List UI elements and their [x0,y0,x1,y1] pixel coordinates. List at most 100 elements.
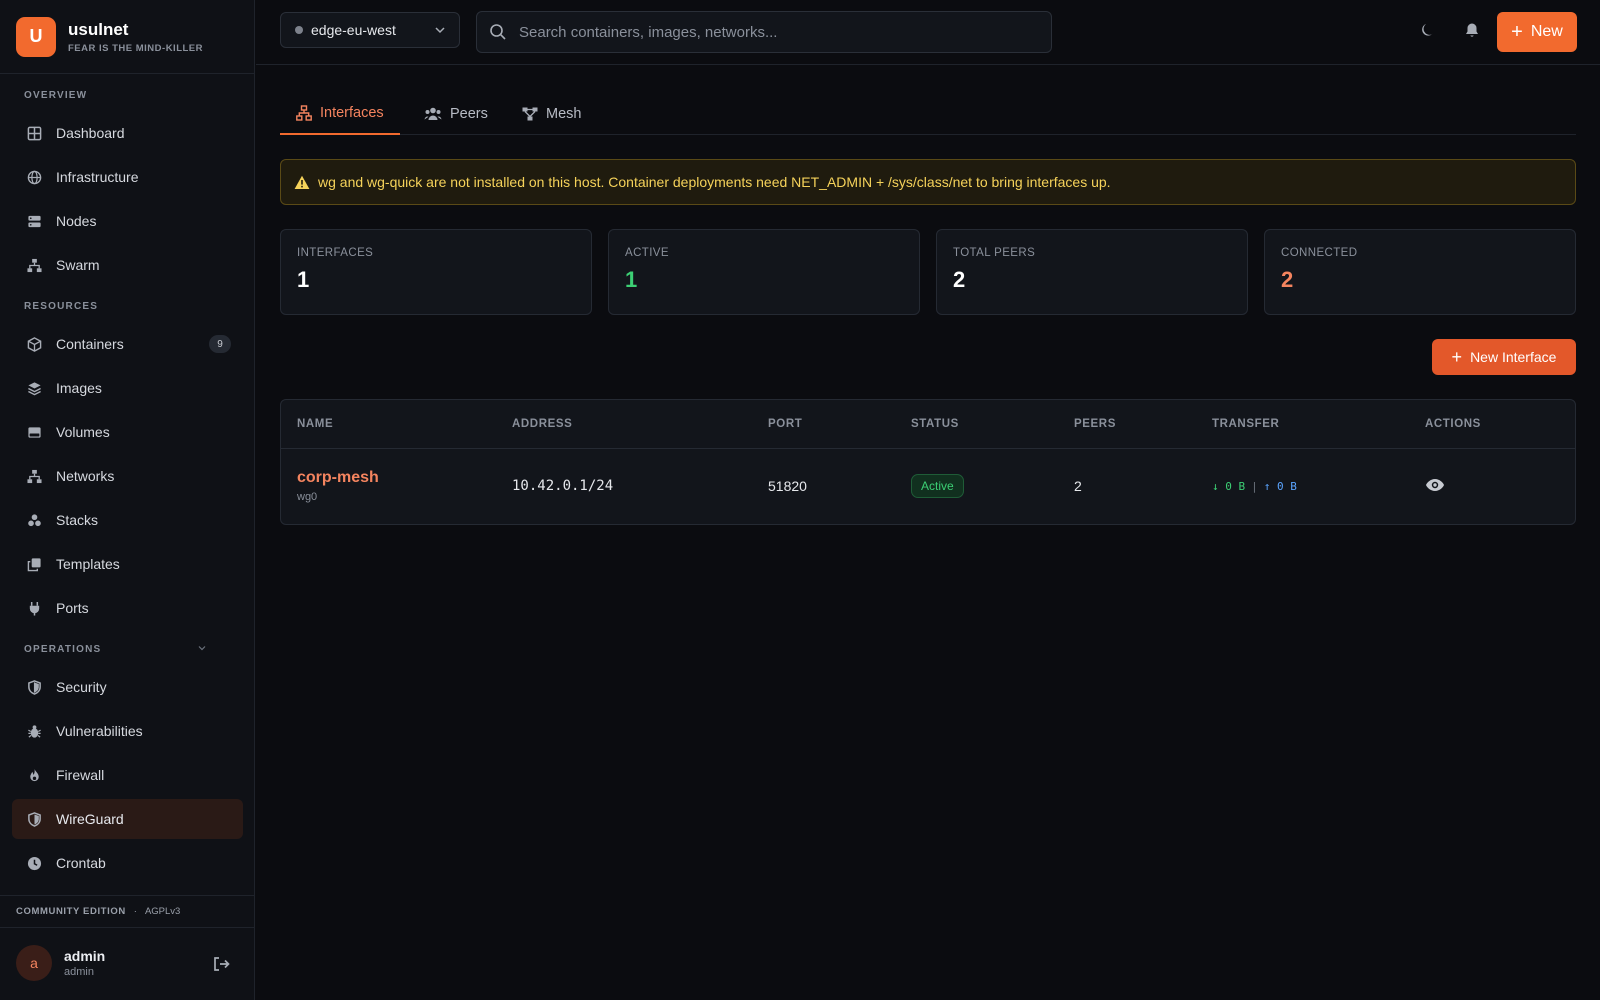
stat-label: ACTIVE [625,247,669,259]
copy-icon [26,556,42,572]
transfer-separator: | [1251,480,1258,493]
tab-label: Peers [450,105,488,122]
interface-transfer: ↓ 0 B | ↑ 0 B [1212,480,1297,493]
sidebar-item-networks[interactable]: Networks [12,456,243,496]
section-label-text: OPERATIONS [24,644,102,655]
globe-icon [26,169,42,185]
interface-status-cell: Active [911,474,964,498]
tab-interfaces[interactable]: Interfaces [280,92,400,135]
stat-label: INTERFACES [297,247,374,259]
column-header-address: ADDRESS [512,418,573,430]
edition-separator: · [133,906,137,917]
sidebar: U usulnet FEAR IS THE MIND-KILLER OVERVI… [0,0,255,1000]
column-header-name: NAME [297,418,334,430]
stat-value: 1 [625,267,638,292]
sidebar-item-label: Crontab [56,855,106,871]
fire-icon [26,767,42,783]
chevron-down-icon[interactable] [197,643,207,656]
moon-icon[interactable] [1420,22,1436,43]
transfer-tx: ↑ 0 B [1263,480,1297,493]
server-icon [26,213,42,229]
containers-count-badge: 9 [209,335,231,353]
cubes-icon [26,512,42,528]
license-label: AGPLv3 [144,906,181,917]
stat-value: 2 [1281,267,1294,292]
sidebar-item-label: Infrastructure [56,169,139,185]
wireguard-tabs: Interfaces Peers Mesh [280,92,1576,135]
user-name: admin [64,948,106,964]
sidebar-item-label: Templates [56,556,120,572]
interface-name-link[interactable]: corp-mesh [297,469,379,487]
host-selector[interactable]: edge-eu-west [280,12,460,48]
stat-value: 1 [297,267,310,292]
tab-mesh[interactable]: Mesh [506,92,597,135]
stat-card-active: ACTIVE 1 [608,229,920,315]
sidebar-item-images[interactable]: Images [12,368,243,408]
network-icon [296,104,312,121]
status-badge: Active [911,474,964,498]
sidebar-item-swarm[interactable]: Swarm [12,245,243,285]
tab-label: Interfaces [320,104,384,121]
bell-icon[interactable] [1464,22,1480,43]
box-icon [26,336,42,352]
sidebar-item-label: Security [56,679,107,695]
stat-card-connected: CONNECTED 2 [1264,229,1576,315]
missing-tools-warning: wg and wg-quick are not installed on thi… [280,159,1576,205]
tab-peers[interactable]: Peers [408,92,504,135]
search-box[interactable] [476,11,1052,53]
shield-icon [26,679,42,695]
new-interface-button[interactable]: + New Interface [1432,339,1576,375]
host-status-dot [295,26,303,34]
section-label-operations[interactable]: OPERATIONS [0,644,255,655]
plus-icon: + [1511,21,1523,43]
logout-icon[interactable] [212,955,230,978]
column-header-port: PORT [768,418,803,430]
sidebar-item-ports[interactable]: Ports [12,588,243,628]
interface-peers: 2 [1074,478,1082,494]
warning-icon [294,175,310,190]
brand[interactable]: U usulnet FEAR IS THE MIND-KILLER [0,0,254,74]
plus-icon: + [1451,347,1463,367]
sidebar-item-stacks[interactable]: Stacks [12,500,243,540]
transfer-rx: ↓ 0 B [1212,480,1246,493]
user-profile[interactable]: a admin admin [16,945,105,981]
chevron-down-icon [433,23,447,40]
sidebar-item-label: Stacks [56,512,99,528]
warning-text: wg and wg-quick are not installed on thi… [318,174,1111,190]
sidebar-item-label: Dashboard [56,125,125,141]
sidebar-item-volumes[interactable]: Volumes [12,412,243,452]
user-role: admin [64,966,94,978]
sidebar-item-dashboard[interactable]: Dashboard [12,113,243,153]
sidebar-item-templates[interactable]: Templates [12,544,243,584]
new-button[interactable]: + New [1497,12,1577,52]
sidebar-item-containers[interactable]: Containers 9 [12,324,243,364]
sidebar-item-label: Firewall [56,767,105,783]
plug-icon [26,600,42,616]
edition-footer: COMMUNITY EDITION · AGPLv3 [0,895,255,928]
bug-icon [26,723,42,739]
sidebar-item-infrastructure[interactable]: Infrastructure [12,157,243,197]
avatar: a [16,945,52,981]
search-input[interactable] [519,23,1039,41]
logo: U [16,16,56,57]
sidebar-item-wireguard[interactable]: WireGuard [12,799,243,839]
sidebar-item-label: Nodes [56,213,97,229]
network-icon [26,257,42,273]
section-label-resources: RESOURCES [24,301,99,312]
sidebar-item-vulnerabilities[interactable]: Vulnerabilities [12,711,243,751]
interface-address: 10.42.0.1/24 [512,478,614,494]
grid-icon [26,125,42,141]
sidebar-item-label: Images [56,380,102,396]
interface-port: 51820 [768,478,807,494]
network-icon [26,468,42,484]
sidebar-item-nodes[interactable]: Nodes [12,201,243,241]
eye-icon[interactable] [1425,477,1445,498]
sidebar-item-crontab[interactable]: Crontab [12,843,243,883]
search-icon [489,23,507,41]
sidebar-item-firewall[interactable]: Firewall [12,755,243,795]
topbar: edge-eu-west + New [256,0,1600,65]
host-name: edge-eu-west [311,22,396,38]
column-header-peers: PEERS [1074,418,1116,430]
sidebar-item-security[interactable]: Security [12,667,243,707]
sidebar-item-label: Swarm [56,257,100,273]
